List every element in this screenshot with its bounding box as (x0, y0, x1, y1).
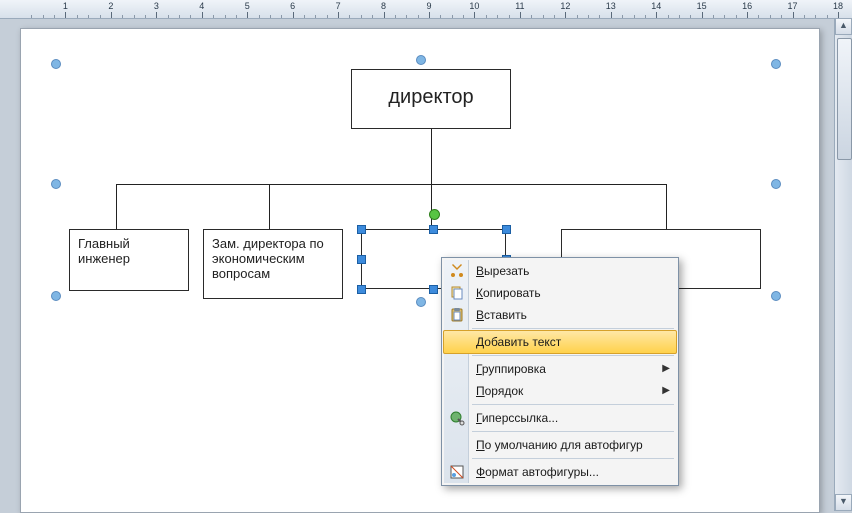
menu-item-order[interactable]: Порядок ▶ (444, 380, 676, 402)
ruler-tick-label: 18 (833, 1, 843, 11)
scissors-icon (449, 263, 465, 279)
connector (431, 184, 432, 229)
menu-separator (472, 355, 674, 356)
ruler-tick-label: 12 (560, 1, 570, 11)
resize-handle[interactable] (357, 225, 366, 234)
connector (666, 184, 667, 229)
canvas-handle[interactable] (51, 291, 61, 301)
ruler-tick-label: 14 (651, 1, 661, 11)
ruler-tick-label: 1 (63, 1, 68, 11)
menu-item-label: Добавить текст (476, 335, 561, 349)
menu-separator (472, 328, 674, 329)
ruler-tick-label: 2 (108, 1, 113, 11)
menu-item-label: По умолчанию для автофигур (476, 438, 643, 452)
org-box-label: директор (388, 86, 473, 108)
menu-separator (472, 431, 674, 432)
ruler-tick-label: 16 (742, 1, 752, 11)
connector (269, 184, 270, 229)
ruler-tick-label: 7 (336, 1, 341, 11)
canvas-handle[interactable] (51, 59, 61, 69)
ruler-tick-label: 3 (154, 1, 159, 11)
copy-icon (449, 285, 465, 301)
canvas-handle[interactable] (416, 297, 426, 307)
ruler-tick-label: 15 (697, 1, 707, 11)
globe-link-icon (449, 410, 465, 426)
menu-separator (472, 458, 674, 459)
horizontal-ruler: 123456789101112131415161718 (0, 0, 852, 19)
canvas-handle[interactable] (771, 291, 781, 301)
ruler-tick-label: 17 (788, 1, 798, 11)
menu-item-cut[interactable]: Вырезать (444, 260, 676, 282)
menu-item-label: Группировка (476, 362, 546, 376)
ruler-tick-label: 5 (245, 1, 250, 11)
org-box-label: Главный инженер (78, 236, 130, 266)
canvas-handle[interactable] (416, 55, 426, 65)
ruler-tick-label: 6 (290, 1, 295, 11)
canvas-handle[interactable] (51, 179, 61, 189)
org-box-director[interactable]: директор (351, 69, 511, 129)
connector (116, 184, 117, 229)
menu-item-hyperlink[interactable]: Гиперссылка... (444, 407, 676, 429)
org-box-label: Зам. директора по экономическим вопросам (212, 236, 324, 281)
menu-item-group[interactable]: Группировка ▶ (444, 358, 676, 380)
submenu-arrow-icon: ▶ (662, 358, 670, 380)
menu-item-label: Копировать (476, 286, 541, 300)
menu-item-copy[interactable]: Копировать (444, 282, 676, 304)
ruler-tick-label: 9 (426, 1, 431, 11)
ruler-tick-label: 13 (606, 1, 616, 11)
connector (431, 129, 432, 184)
canvas-handle[interactable] (771, 179, 781, 189)
document-page[interactable]: директор Главный инженер Зам. директора … (20, 28, 820, 513)
scroll-thumb[interactable] (837, 38, 852, 160)
org-box-deputy-econ[interactable]: Зам. директора по экономическим вопросам (203, 229, 343, 299)
menu-item-label: Порядок (476, 384, 523, 398)
paste-icon (449, 307, 465, 323)
ruler-tick-label: 8 (381, 1, 386, 11)
menu-item-defaults[interactable]: По умолчанию для автофигур (444, 434, 676, 456)
menu-item-label: Вырезать (476, 264, 529, 278)
org-box-chief-engineer[interactable]: Главный инженер (69, 229, 189, 291)
ruler-tick-label: 4 (199, 1, 204, 11)
ruler-tick-label: 10 (469, 1, 479, 11)
menu-item-addtext[interactable]: Добавить текст (443, 330, 677, 354)
menu-item-format[interactable]: Формат автофигуры... (444, 461, 676, 483)
vertical-scrollbar[interactable]: ▲ ▼ (834, 18, 852, 511)
canvas-handle[interactable] (771, 59, 781, 69)
connector (116, 184, 666, 185)
menu-item-paste[interactable]: Вставить (444, 304, 676, 326)
resize-handle[interactable] (357, 255, 366, 264)
scroll-up-button[interactable]: ▲ (835, 18, 852, 35)
ruler-tick-label: 11 (515, 1, 524, 11)
menu-item-label: Формат автофигуры... (476, 465, 599, 479)
resize-handle[interactable] (502, 225, 511, 234)
format-shape-icon (449, 464, 465, 480)
resize-handle[interactable] (429, 225, 438, 234)
shape-context-menu: Вырезать Копировать Вставить Добавить текст… (441, 257, 679, 486)
rotate-handle[interactable] (429, 209, 440, 220)
submenu-arrow-icon: ▶ (662, 380, 670, 402)
resize-handle[interactable] (429, 285, 438, 294)
resize-handle[interactable] (357, 285, 366, 294)
menu-item-label: Гиперссылка... (476, 411, 558, 425)
menu-item-label: Вставить (476, 308, 527, 322)
menu-separator (472, 404, 674, 405)
scroll-down-button[interactable]: ▼ (835, 494, 852, 511)
